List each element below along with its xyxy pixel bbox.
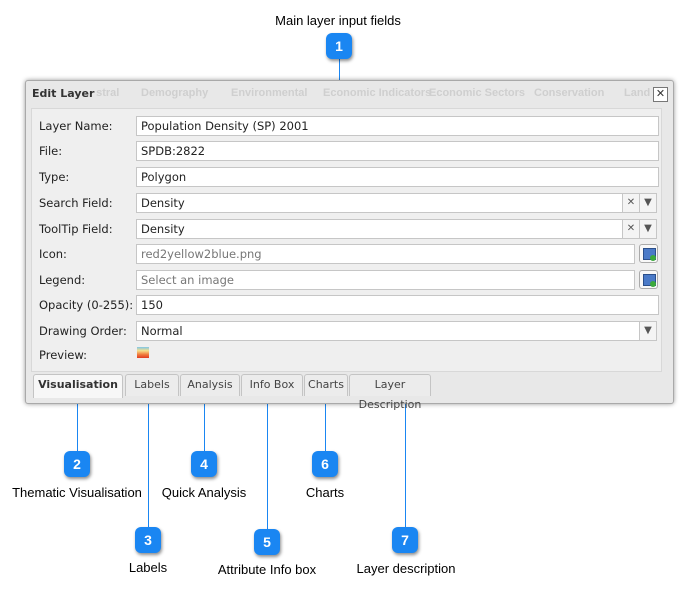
- tab-visualisation[interactable]: Visualisation: [33, 374, 123, 398]
- chevron-down-icon[interactable]: ▼: [639, 321, 657, 341]
- callout-badge-1: 1: [326, 33, 352, 59]
- callout-label-6: Charts: [305, 485, 345, 500]
- callout-line-3: [148, 396, 149, 540]
- label: Layer Name:: [39, 119, 113, 133]
- bg-tab[interactable]: Environmental: [231, 87, 307, 99]
- label: Legend:: [39, 273, 86, 287]
- layer-name-input[interactable]: Population Density (SP) 2001: [136, 116, 659, 136]
- row-legend: Legend: Select an image: [32, 270, 661, 290]
- row-file: File: SPDB:2822: [32, 141, 661, 161]
- callout-line-7: [405, 396, 406, 540]
- chevron-down-icon[interactable]: ▼: [639, 219, 657, 239]
- row-opacity: Opacity (0-255): 150: [32, 295, 661, 315]
- tab-bar: Visualisation Labels Analysis Info Box C…: [31, 374, 651, 411]
- label: Preview:: [39, 348, 88, 362]
- bg-tab[interactable]: Conservation: [534, 87, 604, 99]
- label: Search Field:: [39, 196, 113, 210]
- callout-label-5: Attribute Info box: [217, 562, 317, 577]
- callout-badge-5: 5: [254, 529, 280, 555]
- file-input[interactable]: SPDB:2822: [136, 141, 659, 161]
- callout-label-2: Thematic Visualisation: [12, 485, 142, 500]
- chevron-down-icon[interactable]: ▼: [639, 193, 657, 213]
- tab-labels[interactable]: Labels: [125, 374, 179, 396]
- callout-badge-4: 4: [191, 451, 217, 477]
- image-picker-icon[interactable]: [639, 244, 658, 263]
- bg-tab[interactable]: Economic Indicators: [323, 87, 431, 99]
- callout-label-3: Labels: [128, 560, 168, 575]
- tab-analysis[interactable]: Analysis: [180, 374, 240, 396]
- label: Icon:: [39, 247, 67, 261]
- row-search-field: Search Field: Density ✕ ▼: [32, 193, 661, 213]
- form-panel: Layer Name: Population Density (SP) 2001…: [31, 108, 662, 372]
- label: File:: [39, 144, 63, 158]
- search-field-select[interactable]: Density: [136, 193, 623, 213]
- dialog-title: Edit Layer: [32, 87, 97, 100]
- close-icon[interactable]: ✕: [653, 87, 668, 102]
- callout-badge-7: 7: [392, 527, 418, 553]
- label: Drawing Order:: [39, 324, 127, 338]
- callout-label-7: Layer description: [356, 561, 456, 576]
- label: Type:: [39, 170, 70, 184]
- callout-line-5: [267, 396, 268, 542]
- callout-badge-3: 3: [135, 527, 161, 553]
- callout-title: Main layer input fields: [275, 13, 401, 28]
- callout-label-4: Quick Analysis: [161, 485, 247, 500]
- type-input[interactable]: Polygon: [136, 167, 659, 187]
- background-tab-strip: astral Demography Environmental Economic…: [26, 87, 673, 103]
- label: Opacity (0-255):: [39, 298, 134, 312]
- row-tooltip-field: ToolTip Field: Density ✕ ▼: [32, 219, 661, 239]
- bg-tab[interactable]: Demography: [141, 87, 208, 99]
- row-drawing-order: Drawing Order: Normal ▼: [32, 321, 661, 341]
- bg-tab[interactable]: Land: [624, 87, 650, 99]
- image-picker-icon[interactable]: [639, 270, 658, 289]
- label: ToolTip Field:: [39, 222, 113, 236]
- tab-charts[interactable]: Charts: [304, 374, 348, 396]
- callout-badge-6: 6: [312, 451, 338, 477]
- row-preview: Preview:: [32, 345, 661, 365]
- edit-layer-dialog: astral Demography Environmental Economic…: [25, 80, 674, 411]
- tab-info-box[interactable]: Info Box: [241, 374, 303, 396]
- clear-icon[interactable]: ✕: [622, 219, 640, 239]
- preview-swatch: [137, 347, 149, 358]
- row-icon: Icon: red2yellow2blue.png: [32, 244, 661, 264]
- drawing-order-select[interactable]: Normal: [136, 321, 641, 341]
- clear-icon[interactable]: ✕: [622, 193, 640, 213]
- callout-badge-2: 2: [64, 451, 90, 477]
- row-type: Type: Polygon: [32, 167, 661, 187]
- icon-input[interactable]: red2yellow2blue.png: [136, 244, 635, 264]
- row-layer-name: Layer Name: Population Density (SP) 2001: [32, 116, 661, 136]
- opacity-input[interactable]: 150: [136, 295, 659, 315]
- tooltip-field-select[interactable]: Density: [136, 219, 623, 239]
- legend-input[interactable]: Select an image: [136, 270, 635, 290]
- bg-tab[interactable]: Economic Sectors: [429, 87, 525, 99]
- tab-layer-description[interactable]: Layer Description: [349, 374, 431, 411]
